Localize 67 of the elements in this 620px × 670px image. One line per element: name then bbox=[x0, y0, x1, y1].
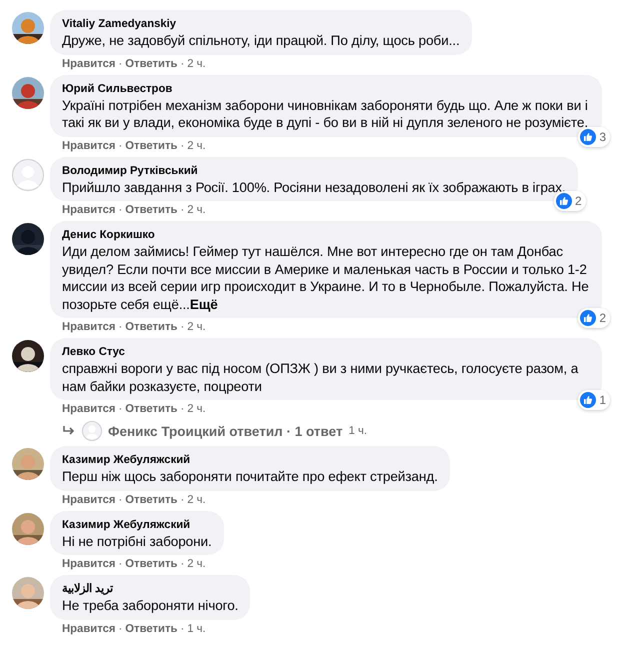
separator: · bbox=[180, 138, 184, 154]
action-link[interactable]: Ответить bbox=[125, 402, 178, 417]
author-name[interactable]: Володимир Рутківський bbox=[62, 164, 198, 178]
separator: · bbox=[180, 492, 184, 508]
action-link[interactable]: Ответить bbox=[125, 622, 178, 636]
more-link[interactable]: Ещё bbox=[190, 296, 218, 312]
action-link[interactable]: Нравится bbox=[62, 56, 116, 72]
comment-text: справжні вороги у вас під носом (ОПЗЖ ) ви з ними ручкаєтесь, голосуєте разом, а нам байки розказуєте, поцреоти bbox=[62, 360, 580, 395]
separator: · bbox=[118, 320, 122, 335]
action-link[interactable]: Нравится bbox=[62, 557, 116, 572]
author-name[interactable]: Денис Коркишко bbox=[62, 228, 155, 243]
action-link[interactable]: Нравится bbox=[62, 492, 116, 508]
timestamp[interactable]: 2 ч. bbox=[187, 402, 206, 417]
separator: · bbox=[180, 320, 184, 335]
like-icon bbox=[556, 193, 572, 209]
comment-text: Перш ніж щось забороняти почитайте про ефект стрейзанд. bbox=[62, 468, 438, 486]
action-link[interactable]: Нравится bbox=[62, 203, 116, 218]
author-name[interactable]: Vitaliy Zamedyanskiy bbox=[62, 17, 176, 32]
author-name[interactable]: Юрий Сильвестров bbox=[62, 82, 172, 96]
separator: · bbox=[118, 203, 122, 218]
author-name[interactable]: Левко Стус bbox=[62, 345, 125, 360]
action-link[interactable]: Ответить bbox=[125, 203, 178, 218]
comment-text: Не треба забороняти нічого. bbox=[62, 597, 238, 614]
author-name[interactable]: تريد الزلابية bbox=[62, 582, 114, 597]
separator: · bbox=[180, 622, 184, 636]
action-link[interactable]: Нравится bbox=[62, 320, 116, 335]
separator: · bbox=[180, 557, 184, 572]
like-icon bbox=[580, 310, 596, 326]
timestamp[interactable]: 1 ч. bbox=[187, 622, 206, 636]
separator: · bbox=[180, 402, 184, 417]
reaction-badge[interactable]: 3 bbox=[578, 126, 610, 146]
reaction-badge[interactable]: 2 bbox=[554, 191, 586, 211]
timestamp[interactable]: 2 ч. bbox=[187, 138, 206, 154]
reaction-badge[interactable]: 1 bbox=[578, 390, 610, 410]
separator: · bbox=[118, 402, 122, 417]
separator: · bbox=[118, 56, 122, 72]
author-name[interactable]: Казимир Жебуляжский bbox=[62, 453, 190, 468]
avatar-icon bbox=[12, 158, 44, 190]
timestamp[interactable]: 2 ч. bbox=[187, 557, 206, 572]
action-link[interactable]: Ответить bbox=[125, 56, 178, 72]
like-icon bbox=[580, 392, 596, 408]
timestamp: 1 ч. bbox=[348, 425, 368, 437]
replies-link[interactable]: Феникс Троицкий ответил · 1 ответ bbox=[108, 424, 343, 438]
timestamp[interactable]: 2 ч. bbox=[187, 320, 206, 335]
comment-text: Друже, не задовбуй спільноту, іди працюй. По ділу, щось роби... bbox=[62, 32, 460, 50]
separator: · bbox=[180, 56, 184, 72]
timestamp[interactable]: 2 ч. bbox=[187, 56, 206, 72]
action-link[interactable]: Нравится bbox=[62, 138, 116, 154]
action-link[interactable]: Ответить bbox=[125, 138, 178, 154]
like-icon bbox=[580, 128, 596, 144]
separator: · bbox=[118, 492, 122, 508]
separator: · bbox=[118, 138, 122, 154]
timestamp[interactable]: 2 ч. bbox=[187, 203, 206, 218]
avatar-icon bbox=[82, 421, 102, 441]
reaction-badge[interactable]: 2 bbox=[578, 308, 610, 328]
comment-text: Ні не потрібні заборони. bbox=[62, 532, 212, 550]
action-link[interactable]: Ответить bbox=[125, 492, 178, 508]
action-link[interactable]: Нравится bbox=[62, 622, 116, 636]
separator: · bbox=[118, 557, 122, 572]
action-link[interactable]: Ответить bbox=[125, 320, 178, 335]
action-link[interactable]: Нравится bbox=[62, 402, 116, 417]
action-link[interactable]: Ответить bbox=[125, 557, 178, 572]
timestamp[interactable]: 2 ч. bbox=[187, 492, 206, 508]
separator: · bbox=[118, 622, 122, 636]
separator: · bbox=[180, 203, 184, 218]
reply-arrow-icon bbox=[62, 425, 76, 437]
author-name[interactable]: Казимир Жебуляжский bbox=[62, 518, 190, 532]
